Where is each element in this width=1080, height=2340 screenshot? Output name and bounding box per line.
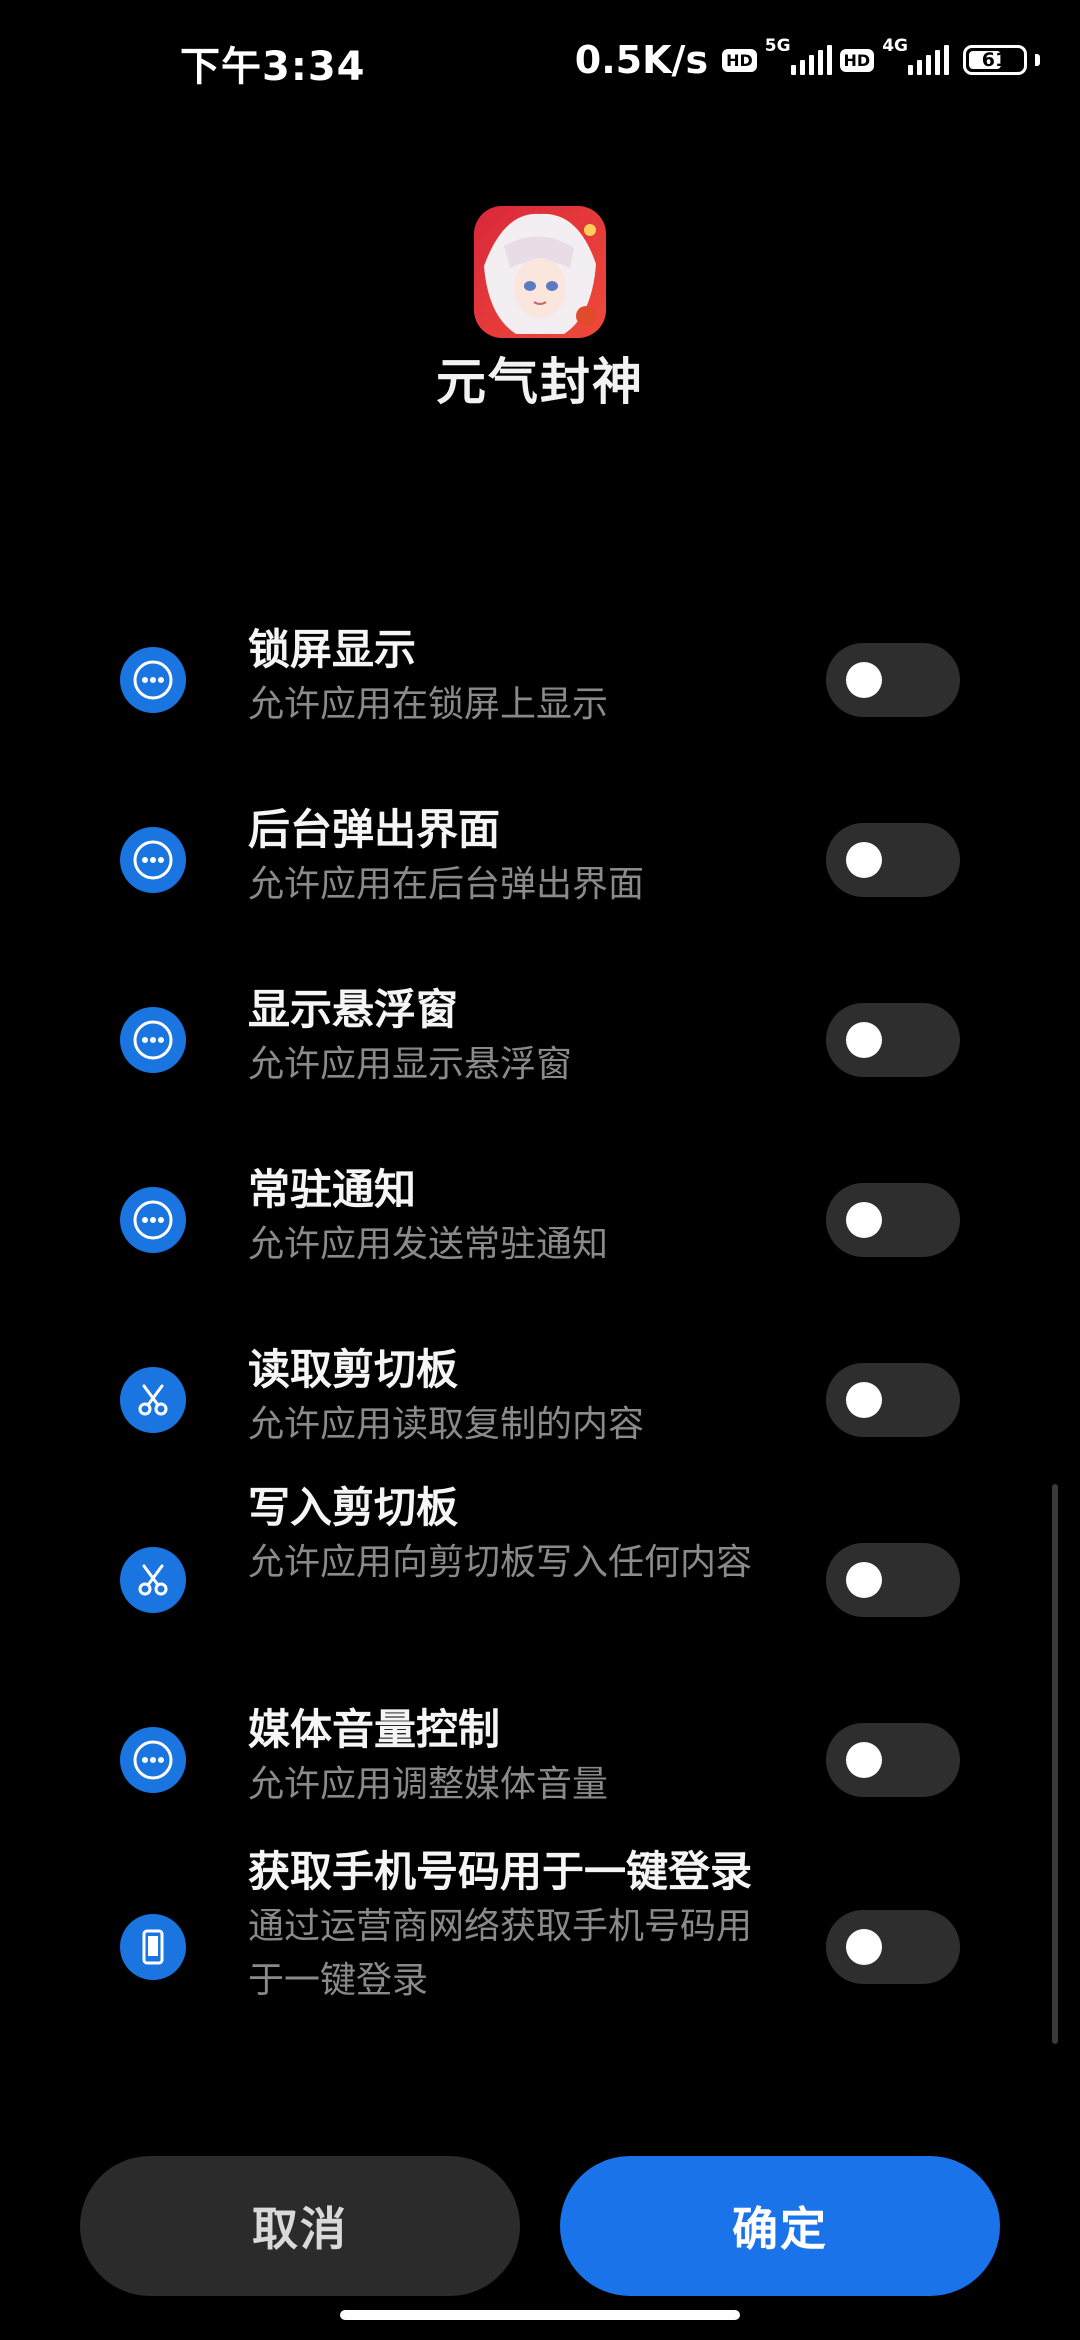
permission-text: 锁屏显示 允许应用在锁屏上显示	[248, 622, 778, 732]
network-speed: 0.5K/s	[574, 38, 709, 82]
permission-row-write-clipboard[interactable]: 写入剪切板 允许应用向剪切板写入任何内容	[0, 1483, 1080, 1680]
permission-text: 显示悬浮窗 允许应用显示悬浮窗	[248, 982, 778, 1092]
battery-cap	[1035, 54, 1040, 66]
toggle-floating-window[interactable]	[826, 1003, 960, 1077]
scissors-icon	[120, 1547, 186, 1613]
more-dots-icon	[120, 647, 186, 713]
partial-previous-item: ▔▔ ▔▔▔▔ ▔▔▔ ▔	[248, 510, 542, 532]
toggle-knob	[846, 1202, 882, 1238]
permission-row-phone-number[interactable]: 获取手机号码用于一键登录 通过运营商网络获取手机号码用于一键登录	[0, 1847, 1080, 2100]
toggle-knob	[846, 1022, 882, 1058]
permission-title: 显示悬浮窗	[248, 985, 459, 1034]
permission-title: 媒体音量控制	[248, 1705, 501, 1754]
app-icon	[474, 206, 606, 338]
more-dots-icon	[120, 827, 186, 893]
cancel-button[interactable]: 取消	[80, 2156, 520, 2296]
toggle-knob	[846, 842, 882, 878]
permission-text: 读取剪切板 允许应用读取复制的内容	[248, 1342, 778, 1452]
permission-desc: 允许应用在锁屏上显示	[248, 684, 609, 725]
network-type-sim1: 5G	[764, 36, 791, 56]
permission-title: 锁屏显示	[248, 625, 417, 674]
permission-list[interactable]: ▔▔ ▔▔▔▔ ▔▔▔ ▔ 锁屏显示 允许应用在锁屏上显示 后台弹出界面 允许应…	[0, 470, 1080, 2100]
more-dots-icon	[120, 1187, 186, 1253]
permission-desc: 允许应用发送常驻通知	[248, 1224, 609, 1265]
permission-desc: 允许应用读取复制的内容	[248, 1404, 645, 1445]
status-bar: 下午3:34 0.5K/s HD 5G HD 4G 61	[0, 0, 1080, 120]
permission-desc: 允许应用显示悬浮窗	[248, 1044, 573, 1085]
app-name: 元气封神	[436, 353, 644, 411]
scrollbar[interactable]	[1052, 1484, 1058, 2044]
toggle-background-popup[interactable]	[826, 823, 960, 897]
home-indicator[interactable]	[340, 2310, 740, 2320]
toggle-write-clipboard[interactable]	[826, 1543, 960, 1617]
permission-title: 读取剪切板	[248, 1345, 459, 1394]
hd-badge-sim1: HD	[722, 48, 757, 72]
permission-text: 获取手机号码用于一键登录 通过运营商网络获取手机号码用于一键登录	[248, 1844, 778, 2008]
more-dots-icon	[120, 1727, 186, 1793]
toggle-phone-number[interactable]	[826, 1910, 960, 1984]
confirm-button[interactable]: 确定	[560, 2156, 1000, 2296]
permission-row-floating-window[interactable]: 显示悬浮窗 允许应用显示悬浮窗	[0, 960, 1080, 1140]
toggle-knob	[846, 1929, 882, 1965]
battery-icon: 61	[963, 45, 1027, 75]
permission-row-background-popup[interactable]: 后台弹出界面 允许应用在后台弹出界面	[0, 780, 1080, 960]
permission-row-media-volume[interactable]: 媒体音量控制 允许应用调整媒体音量	[0, 1680, 1080, 1860]
permission-desc: 允许应用向剪切板写入任何内容	[248, 1542, 753, 1583]
permission-text: 写入剪切板 允许应用向剪切板写入任何内容	[248, 1480, 778, 1590]
scissors-icon	[120, 1367, 186, 1433]
phone-icon	[120, 1914, 186, 1980]
signal-sim1-icon	[790, 45, 832, 75]
permission-title: 后台弹出界面	[248, 805, 501, 854]
permission-text: 媒体音量控制 允许应用调整媒体音量	[248, 1702, 778, 1812]
permission-row-persistent-notification[interactable]: 常驻通知 允许应用发送常驻通知	[0, 1140, 1080, 1320]
permission-title: 写入剪切板	[248, 1483, 459, 1532]
toggle-persistent-notification[interactable]	[826, 1183, 960, 1257]
toggle-lockscreen[interactable]	[826, 643, 960, 717]
network-type-sim2: 4G	[882, 36, 908, 56]
hd-badge-sim2: HD	[839, 48, 875, 72]
status-time: 下午3:34	[180, 44, 366, 90]
toggle-knob	[846, 1742, 882, 1778]
toggle-knob	[846, 1382, 882, 1418]
permission-desc: 通过运营商网络获取手机号码用于一键登录	[248, 1906, 753, 2001]
toggle-read-clipboard[interactable]	[826, 1363, 960, 1437]
signal-sim2-icon	[908, 45, 949, 75]
permission-row-read-clipboard[interactable]: 读取剪切板 允许应用读取复制的内容	[0, 1320, 1080, 1500]
permission-desc: 允许应用在后台弹出界面	[248, 864, 645, 905]
status-icons: 0.5K/s HD 5G HD 4G 61	[575, 36, 1040, 84]
permission-desc: 允许应用调整媒体音量	[248, 1764, 609, 1805]
toggle-knob	[846, 662, 882, 698]
permission-text: 常驻通知 允许应用发送常驻通知	[248, 1162, 778, 1272]
permission-title: 获取手机号码用于一键登录	[248, 1847, 753, 1896]
toggle-knob	[846, 1562, 882, 1598]
permission-text: 后台弹出界面 允许应用在后台弹出界面	[248, 802, 778, 912]
permission-row-lockscreen[interactable]: 锁屏显示 允许应用在锁屏上显示	[0, 600, 1080, 780]
battery-level: 61	[981, 49, 1009, 71]
more-dots-icon	[120, 1007, 186, 1073]
toggle-media-volume[interactable]	[826, 1723, 960, 1797]
permission-screen: 下午3:34 0.5K/s HD 5G HD 4G 61 元气封神 ▔▔ ▔▔▔…	[0, 0, 1080, 2340]
permission-title: 常驻通知	[248, 1165, 417, 1214]
